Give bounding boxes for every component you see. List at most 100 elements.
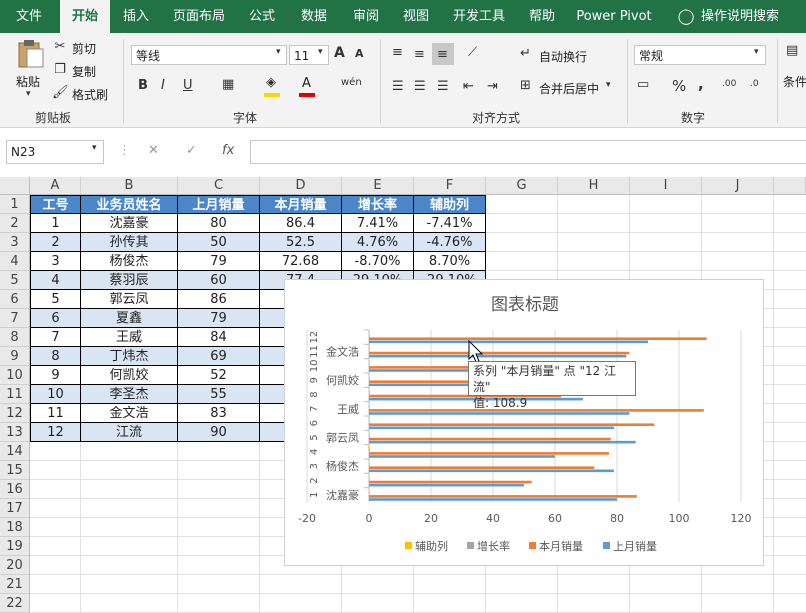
table-cell[interactable]: 郭云凤 <box>81 290 178 309</box>
row-header[interactable]: 7 <box>0 309 30 328</box>
comma-button[interactable]: , <box>698 75 704 93</box>
cut-button[interactable]: 剪切 <box>72 40 96 57</box>
increase-decimal-icon[interactable]: .00 <box>722 79 736 89</box>
table-cell[interactable]: 69 <box>178 347 260 366</box>
row-header[interactable]: 4 <box>0 252 30 271</box>
bar-本月销量[interactable] <box>369 351 630 355</box>
row-header[interactable]: 12 <box>0 404 30 423</box>
bar-辅助列[interactable] <box>369 331 370 334</box>
table-cell[interactable]: 6 <box>30 309 81 328</box>
table-cell[interactable]: 80 <box>178 214 260 233</box>
table-cell[interactable]: 3 <box>30 252 81 271</box>
bar-增长率[interactable] <box>369 334 370 337</box>
tab-file[interactable]: 文件 <box>6 0 52 33</box>
table-cell[interactable]: 杨俊杰 <box>81 252 178 271</box>
bar-chart[interactable]: 图表标题 -20 0 20 40 60 80 100 120 1 沈嘉豪 2 3 杨俊杰 4 5 郭云凤 6 7 王… <box>284 279 764 566</box>
table-header-cell[interactable]: 增长率 <box>342 195 414 214</box>
column-header[interactable]: A <box>30 177 81 195</box>
chevron-down-icon[interactable]: ▾ <box>606 80 611 90</box>
tab-insert[interactable]: 插入 <box>116 0 156 33</box>
table-cell[interactable]: 丁炜杰 <box>81 347 178 366</box>
format-painter-button[interactable]: 格式刷 <box>72 86 108 103</box>
chevron-down-icon[interactable]: ▾ <box>318 47 323 57</box>
table-cell[interactable]: 孙传其 <box>81 233 178 252</box>
align-right-icon[interactable]: ☰ <box>437 79 449 94</box>
bar-增长率[interactable] <box>369 420 370 423</box>
tab-power-pivot[interactable]: Power Pivot <box>574 0 654 33</box>
orientation-icon[interactable]: ⟋ <box>468 45 477 60</box>
table-cell[interactable]: 50 <box>178 233 260 252</box>
chevron-down-icon[interactable]: ▾ <box>276 47 281 57</box>
table-cell[interactable]: 2 <box>30 233 81 252</box>
font-name-select[interactable]: 等线 <box>131 45 287 65</box>
wrap-text-button[interactable]: 自动换行 <box>539 48 587 65</box>
table-cell[interactable]: 90 <box>178 423 260 442</box>
align-top-icon[interactable]: ≡ <box>392 45 403 60</box>
table-cell[interactable]: 蔡羽辰 <box>81 271 178 290</box>
table-cell[interactable]: 8 <box>30 347 81 366</box>
border-icon[interactable]: ▦ <box>222 77 234 92</box>
table-cell[interactable]: 55 <box>178 385 260 404</box>
select-all-corner[interactable] <box>0 177 30 195</box>
table-cell[interactable]: 4.76% <box>342 233 414 252</box>
bar-辅助列[interactable] <box>369 417 370 420</box>
row-header[interactable]: 20 <box>0 556 30 575</box>
table-cell[interactable]: 7.41% <box>342 214 414 233</box>
chevron-down-icon[interactable]: ▾ <box>754 47 759 57</box>
tab-review[interactable]: 审阅 <box>346 0 386 33</box>
bar-上月销量[interactable] <box>369 498 617 501</box>
bar-辅助列[interactable] <box>369 460 370 463</box>
cancel-icon[interactable]: ✕ <box>148 143 159 158</box>
table-cell[interactable]: 60 <box>178 271 260 290</box>
row-header[interactable]: 6 <box>0 290 30 309</box>
table-cell[interactable]: 52.5 <box>260 233 342 252</box>
table-cell[interactable]: 84 <box>178 328 260 347</box>
table-cell[interactable]: 何凯姣 <box>81 366 178 385</box>
table-cell[interactable]: 9 <box>30 366 81 385</box>
table-cell[interactable]: 7 <box>30 328 81 347</box>
paste-button[interactable]: 粘贴 <box>16 73 40 90</box>
column-header[interactable]: B <box>81 177 178 195</box>
row-header[interactable]: 5 <box>0 271 30 290</box>
bar-辅助列[interactable] <box>368 488 370 492</box>
increase-indent-icon[interactable]: ⇥ <box>487 79 498 94</box>
bar-本月销量[interactable] <box>369 423 655 427</box>
column-header[interactable]: E <box>342 177 414 195</box>
column-header[interactable]: G <box>486 177 558 195</box>
enter-icon[interactable]: ✓ <box>186 143 197 158</box>
row-header[interactable]: 19 <box>0 537 30 556</box>
chevron-down-icon[interactable]: ▾ <box>92 143 97 153</box>
tab-page-layout[interactable]: 页面布局 <box>168 0 230 33</box>
italic-button[interactable]: I <box>161 78 165 93</box>
row-header[interactable]: 2 <box>0 214 30 233</box>
row-header[interactable]: 18 <box>0 518 30 537</box>
function-icon[interactable]: fx <box>222 143 234 158</box>
phonetic-icon[interactable]: wén <box>341 77 362 88</box>
tab-formulas[interactable]: 公式 <box>242 0 282 33</box>
fill-color-icon[interactable]: ◈ <box>266 75 276 90</box>
row-header[interactable]: 17 <box>0 499 30 518</box>
table-cell[interactable]: 11 <box>30 404 81 423</box>
bar-上月销量[interactable] <box>369 426 614 430</box>
percent-button[interactable]: % <box>672 77 686 95</box>
column-header[interactable] <box>774 177 806 195</box>
table-header-cell[interactable]: 辅助列 <box>414 195 486 214</box>
tab-data[interactable]: 数据 <box>294 0 334 33</box>
currency-icon[interactable]: ▭ <box>637 77 649 92</box>
table-cell[interactable]: 12 <box>30 423 81 442</box>
bar-辅助列[interactable] <box>369 388 370 392</box>
bar-辅助列[interactable] <box>369 431 370 435</box>
tab-developer[interactable]: 开发工具 <box>448 0 510 33</box>
bar-上月销量[interactable] <box>369 455 555 458</box>
column-header[interactable]: J <box>702 177 774 195</box>
tab-home[interactable]: 开始 <box>60 0 110 33</box>
bar-本月销量[interactable] <box>369 466 595 470</box>
row-header[interactable]: 1 <box>0 195 30 214</box>
decrease-indent-icon[interactable]: ⇤ <box>463 79 474 94</box>
column-header[interactable]: H <box>558 177 630 195</box>
bar-增长率[interactable] <box>369 377 370 380</box>
table-cell[interactable]: 李圣杰 <box>81 385 178 404</box>
row-header[interactable]: 22 <box>0 594 30 613</box>
row-header[interactable]: 9 <box>0 347 30 366</box>
bar-辅助列[interactable] <box>369 374 370 377</box>
